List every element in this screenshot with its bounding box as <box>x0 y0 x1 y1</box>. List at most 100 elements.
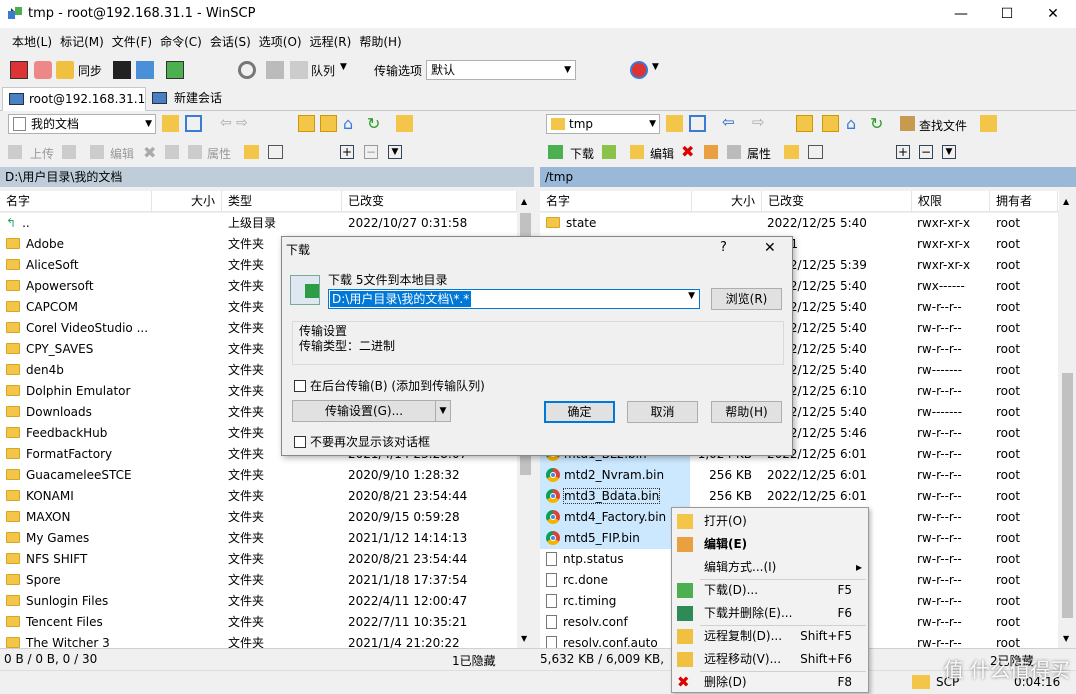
list-item[interactable]: Spore 文件夹 2021/1/18 17:37:54 <box>0 570 518 591</box>
new-file-icon[interactable] <box>268 145 283 159</box>
queue-icon[interactable] <box>290 61 308 79</box>
delete-icon[interactable]: ✖ <box>143 143 156 162</box>
home-icon[interactable]: ⌂ <box>846 115 863 132</box>
new-folder-icon[interactable] <box>784 145 799 159</box>
background-transfer-checkbox[interactable]: 在后台传输(B) (添加到传输队列) <box>294 377 485 394</box>
col-name[interactable]: 名字 <box>0 191 152 212</box>
left-edit-button[interactable]: 编辑 <box>110 145 134 162</box>
properties-icon[interactable] <box>727 145 741 159</box>
preferences-gear-icon[interactable] <box>238 61 256 79</box>
unselect-icon[interactable]: − <box>919 145 933 159</box>
scroll-up-icon[interactable]: ▲ <box>1063 197 1069 206</box>
left-props-button[interactable]: 属性 <box>207 145 231 162</box>
new-folder-icon[interactable] <box>244 145 259 159</box>
list-item[interactable]: MAXON 文件夹 2020/9/15 0:59:28 <box>0 507 518 528</box>
upload-icon[interactable] <box>8 145 22 159</box>
parent-dir-icon[interactable] <box>298 115 315 132</box>
select-all-icon[interactable]: + <box>896 145 910 159</box>
context-menu-item[interactable]: ✖ 删除(D) F8 <box>672 671 868 694</box>
browse-button[interactable]: 浏览(R) <box>711 288 782 310</box>
transfer-options-select[interactable]: 默认 ▼ <box>426 60 576 80</box>
list-item[interactable]: NFS SHIFT 文件夹 2020/8/21 23:54:44 <box>0 549 518 570</box>
right-location-select[interactable]: tmp ▼ <box>546 114 660 134</box>
download-icon[interactable] <box>548 145 563 159</box>
disconnect-icon[interactable] <box>630 61 648 79</box>
dont-show-again-checkbox[interactable]: 不要再次显示该对话框 <box>294 433 430 450</box>
col-name[interactable]: 名字 <box>540 191 692 212</box>
menu-file[interactable]: 文件(F) <box>108 31 156 53</box>
dialog-help-icon[interactable]: ? <box>720 240 727 255</box>
bookmarks-icon[interactable] <box>980 115 997 132</box>
queue-settings-icon[interactable] <box>266 61 284 79</box>
right-scrollbar[interactable]: ▲ ▼ <box>1059 191 1076 648</box>
cancel-button[interactable]: 取消 <box>627 401 698 423</box>
right-scroll-thumb[interactable] <box>1062 373 1073 618</box>
sync-button-label[interactable]: 同步 <box>78 62 102 79</box>
context-menu-item[interactable]: 编辑(E) <box>672 533 868 556</box>
console-icon[interactable] <box>113 61 131 79</box>
scroll-up-icon[interactable]: ▲ <box>521 197 527 206</box>
delete-icon[interactable]: ✖ <box>681 142 694 161</box>
refresh-session-icon[interactable] <box>166 61 184 79</box>
open-folder-icon[interactable] <box>162 115 179 132</box>
sync-icon[interactable] <box>56 61 74 79</box>
back-icon[interactable]: ⇦ ⇨ <box>220 115 248 131</box>
maximize-button[interactable]: ☐ <box>984 0 1030 28</box>
transfer-settings-button[interactable]: 传输设置(G)... <box>292 400 436 422</box>
queue-button-label[interactable]: 队列 <box>311 62 335 79</box>
dialog-close-icon[interactable]: ✕ <box>764 240 776 256</box>
compare-dirs-icon[interactable] <box>10 61 28 79</box>
menu-options[interactable]: 选项(O) <box>255 31 306 53</box>
download-options-icon[interactable] <box>602 145 616 159</box>
col-owner[interactable]: 拥有者 <box>990 191 1058 212</box>
context-menu-item[interactable]: 远程移动(V)... Shift+F6 <box>672 648 868 671</box>
root-dir-icon[interactable] <box>822 115 839 132</box>
list-item[interactable]: My Games 文件夹 2021/1/12 14:14:13 <box>0 528 518 549</box>
menu-command[interactable]: 命令(C) <box>156 31 206 53</box>
close-window-button[interactable]: ✕ <box>1030 0 1076 28</box>
edit-icon[interactable] <box>90 145 104 159</box>
list-item[interactable]: ↰.. 上级目录 2022/10/27 0:31:58 <box>0 213 518 234</box>
checkbox-box[interactable] <box>294 379 306 392</box>
col-type[interactable]: 类型 <box>222 191 342 212</box>
upload-options-icon[interactable] <box>62 145 76 159</box>
upload-button[interactable]: 上传 <box>30 145 54 162</box>
help-button[interactable]: 帮助(H) <box>711 401 782 423</box>
context-menu-item[interactable]: 远程复制(D)... Shift+F5 <box>672 625 868 648</box>
menu-local[interactable]: 本地(L) <box>8 31 56 53</box>
find-files-button[interactable]: 查找文件 <box>919 117 967 134</box>
list-item[interactable]: Sunlogin Files 文件夹 2022/4/11 12:00:47 <box>0 591 518 612</box>
tab-new-session[interactable]: 新建会话 <box>148 87 228 111</box>
right-path-bar[interactable]: /tmp <box>540 167 1076 187</box>
sync-browse-icon[interactable] <box>34 61 52 79</box>
disconnect-dropdown-icon[interactable]: ▼ <box>652 62 659 72</box>
refresh-icon[interactable]: ↻ <box>367 115 384 132</box>
scroll-down-icon[interactable]: ▼ <box>521 634 527 643</box>
menu-session[interactable]: 会话(S) <box>206 31 255 53</box>
context-menu-item[interactable]: 下载并删除(E)... F6 <box>672 602 868 625</box>
list-item[interactable]: mtd3_Bdata.bin 256 KB 2022/12/25 6:01 rw-r-… <box>540 486 1058 507</box>
new-file-icon[interactable] <box>808 145 823 159</box>
find-files-icon[interactable] <box>900 116 915 131</box>
forward-icon[interactable]: ⇨ <box>752 113 765 131</box>
col-modified[interactable]: 已改变 <box>762 191 912 212</box>
transfer-settings-dropdown[interactable]: ▼ <box>435 400 451 422</box>
list-item[interactable]: state 2022/12/25 5:40 rwxr-xr-x root <box>540 213 1058 234</box>
parent-dir-icon[interactable] <box>796 115 813 132</box>
properties-icon[interactable] <box>188 145 202 159</box>
context-menu-item[interactable]: 下载(D)... F5 <box>672 579 868 602</box>
context-menu-item[interactable]: 打开(O) <box>672 510 868 533</box>
left-location-select[interactable]: 我的文档 ▼ <box>8 114 156 134</box>
list-item[interactable]: KONAMI 文件夹 2020/8/21 23:54:44 <box>0 486 518 507</box>
ok-button[interactable]: 确定 <box>544 401 615 423</box>
root-dir-icon[interactable] <box>320 115 337 132</box>
filter-icon[interactable] <box>689 115 706 132</box>
list-item[interactable]: GuacameleeSTCE 文件夹 2020/9/10 1:28:32 <box>0 465 518 486</box>
bookmarks-icon[interactable] <box>396 115 413 132</box>
unselect-icon[interactable]: − <box>364 145 378 159</box>
col-size[interactable]: 大小 <box>692 191 762 212</box>
putty-icon[interactable] <box>136 61 154 79</box>
list-item[interactable]: The Witcher 3 文件夹 2021/1/4 21:20:22 <box>0 633 518 648</box>
tab-session[interactable]: root@192.168.31.1 <box>2 87 146 111</box>
rename-icon[interactable] <box>704 145 718 159</box>
